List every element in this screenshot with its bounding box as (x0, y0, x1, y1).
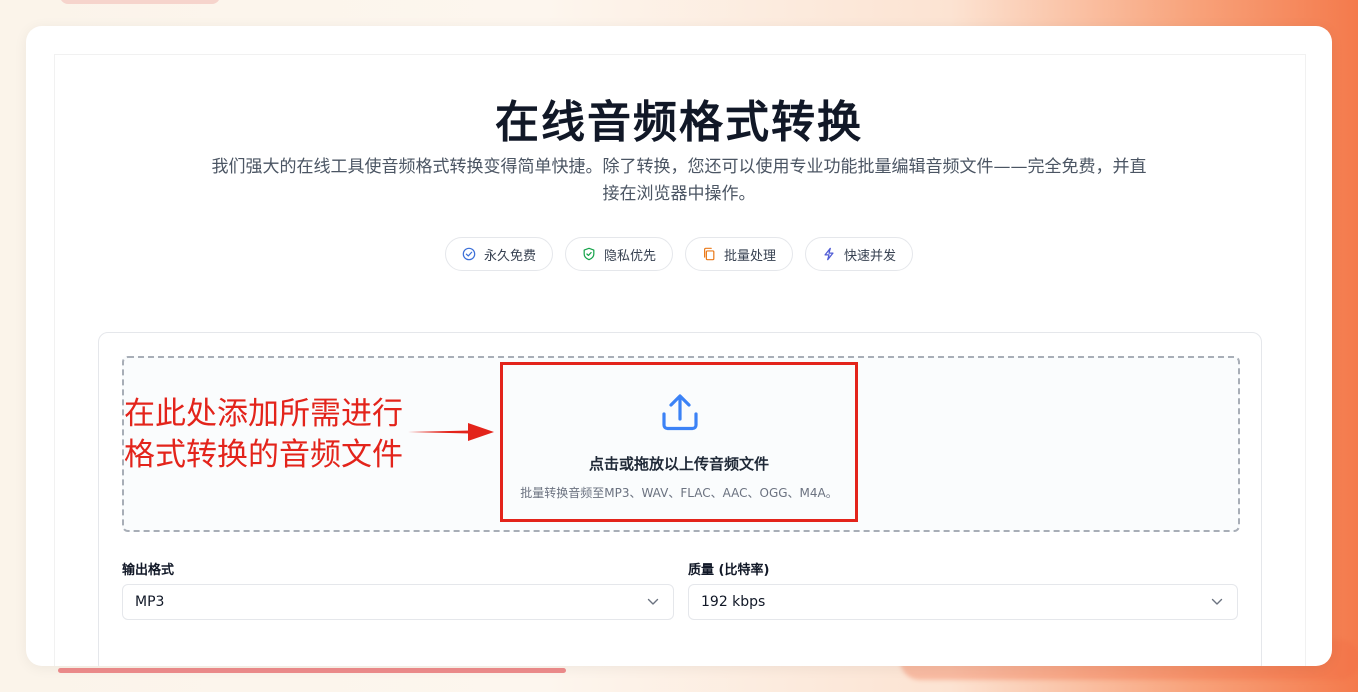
upload-title: 点击或拖放以上传音频文件 (588, 455, 769, 473)
converter-panel: 在此处添加所需进行 格式转换的音频文件 点击或拖放以上传音频文件 批量转换音频至… (98, 332, 1262, 666)
badge-privacy: 隐私优先 (564, 237, 673, 271)
badge-batch: 批量处理 (685, 237, 794, 271)
chevron-down-icon (647, 598, 659, 605)
background-bar (58, 668, 566, 673)
badge-free: 永久免费 (444, 237, 553, 271)
shield-check-icon (583, 247, 595, 261)
check-circle-icon (462, 247, 476, 261)
quality-value: 192 kbps (701, 594, 766, 610)
upload-dropzone[interactable]: 在此处添加所需进行 格式转换的音频文件 点击或拖放以上传音频文件 批量转换音频至… (122, 356, 1240, 532)
badge-label: 快速并发 (844, 248, 897, 264)
output-format-label: 输出格式 (122, 563, 175, 578)
annotation-line: 格式转换的音频文件 (124, 437, 403, 473)
copy-files-icon (704, 247, 715, 261)
badge-label: 批量处理 (724, 248, 777, 264)
background-decoration (60, 0, 220, 4)
badge-label: 隐私优先 (603, 248, 656, 264)
chevron-down-icon (1211, 598, 1223, 605)
badge-fast: 快速并发 (805, 237, 914, 271)
lightning-icon (824, 247, 834, 261)
main-card: 在线音频格式转换 我们强大的在线工具使音频格式转换变得简单快捷。除了转换，您还可… (26, 26, 1332, 666)
quality-label: 质量 (比特率) (688, 563, 770, 578)
badge-label: 永久免费 (483, 248, 536, 264)
feature-badges: 永久免费 隐私优先 批量处理 快速并发 (26, 237, 1332, 271)
annotation-text: 在此处添加所需进行 格式转换的音频文件 (124, 394, 444, 476)
output-format-value: MP3 (135, 594, 165, 610)
output-format-select[interactable]: MP3 (122, 584, 674, 620)
upload-subtitle: 批量转换音频至MP3、WAV、FLAC、AAC、OGG、M4A。 (520, 486, 838, 500)
annotation-arrow-icon (408, 423, 494, 441)
annotation-line: 在此处添加所需进行 (124, 396, 403, 432)
quality-select[interactable]: 192 kbps (688, 584, 1238, 620)
page-subtitle: 我们强大的在线工具使音频格式转换变得简单快捷。除了转换，您还可以使用专业功能批量… (211, 157, 1147, 204)
upload-icon (662, 394, 698, 431)
page-title: 在线音频格式转换 (495, 97, 863, 148)
